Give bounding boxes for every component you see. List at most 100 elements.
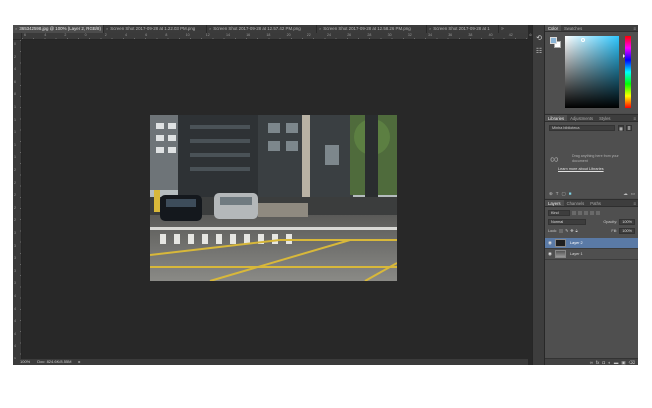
delete-icon[interactable]: ▭	[631, 191, 635, 197]
hue-slider[interactable]	[625, 36, 631, 108]
ruler-tick-label: 2	[14, 180, 16, 185]
ruler-tick-label: 16	[246, 33, 251, 37]
panel-menu-icon[interactable]: ≡	[633, 115, 638, 121]
visibility-eye-icon[interactable]: ◉	[545, 251, 555, 257]
ruler-tick-label: 40	[488, 33, 493, 37]
ruler-tick-label: 1	[14, 130, 16, 135]
new-group-icon[interactable]: ▬	[614, 359, 619, 365]
canvas-area[interactable]	[22, 40, 528, 359]
layer-row[interactable]: ◉ Layer 1	[545, 249, 638, 260]
cloud-sync-icon[interactable]: ☁	[623, 191, 628, 197]
ruler-tick-label: 20	[286, 33, 291, 37]
fill-input[interactable]: 100%	[619, 228, 635, 234]
visibility-eye-icon[interactable]: ◉	[545, 240, 555, 246]
layer-row-selected[interactable]: ◉ Layer 2	[545, 238, 638, 249]
adjustment-layer-icon[interactable]: ◐	[608, 359, 611, 365]
add-mask-icon[interactable]: ◘	[602, 359, 605, 365]
filter-adjustment-icon[interactable]	[578, 211, 582, 215]
close-tab-icon[interactable]: ×	[106, 25, 108, 33]
street-photo	[150, 115, 397, 281]
filter-shape-icon[interactable]	[590, 211, 594, 215]
layer-name[interactable]: Layer 2	[570, 241, 583, 245]
color-icon[interactable]: ■	[569, 191, 572, 197]
libraries-panel-tabs: Libraries Adjustments Styles ≡	[545, 115, 638, 122]
text-icon[interactable]: T	[556, 191, 559, 197]
blend-mode-select[interactable]: Normal	[548, 219, 586, 225]
tab-document-active[interactable]: × 365342598.jpg @ 100% (Layer 2, RGB/8)	[13, 25, 104, 33]
ruler-tick-label: 22	[306, 33, 311, 37]
lock-move-icon[interactable]: ✥	[570, 228, 573, 234]
filter-type-icon[interactable]	[584, 211, 588, 215]
vertical-ruler[interactable]: 02468111112222233333444445	[13, 40, 22, 361]
library-empty-message: Drag anything here from your document	[572, 154, 619, 163]
tab-paths[interactable]: Paths	[587, 200, 604, 206]
ruler-tick-label: 3	[14, 231, 16, 235]
foreground-color-swatch[interactable]	[550, 37, 557, 44]
panel-menu-icon[interactable]: ≡	[633, 200, 638, 206]
layers-panel: Layers Channels Paths ≡ Kind Normal Opac…	[545, 199, 638, 365]
ruler-tick-label: 8	[165, 33, 168, 37]
ruler-tick-label: 3	[14, 243, 16, 248]
ruler-tick-label: 12	[205, 33, 210, 37]
history-icon[interactable]: ⟲	[535, 35, 543, 43]
lock-all-icon[interactable]: 🔒︎	[575, 228, 577, 234]
tab-layers[interactable]: Layers	[545, 200, 564, 206]
link-layers-icon[interactable]: ∞	[590, 359, 593, 365]
ruler-tick-label: 2	[14, 168, 16, 172]
layer-style-icon[interactable]: fx	[596, 359, 600, 365]
tab-channels[interactable]: Channels	[564, 200, 588, 206]
ruler-tick-label: 4	[14, 294, 16, 298]
list-view-icon[interactable]: ≣	[626, 125, 632, 131]
filter-kind-select[interactable]: Kind	[548, 210, 570, 216]
close-tab-icon[interactable]: ×	[429, 25, 431, 33]
ruler-tick-label: 2	[14, 193, 16, 198]
tab-document[interactable]: × Screen Shot 2017-09-28 at 12.57.42 PM.p…	[207, 25, 317, 33]
close-tab-icon[interactable]: ×	[319, 25, 321, 33]
collapsed-panel-strip: ⟲ ☷	[532, 25, 544, 365]
tab-document[interactable]: × Screen Shot 2017-09-28 at 12.58.26 PM.p…	[317, 25, 427, 33]
style-icon[interactable]: ▢	[562, 191, 566, 197]
learn-more-link[interactable]: Learn more about Libraries	[558, 167, 604, 171]
ruler-tick-label: 8	[14, 92, 16, 97]
color-picker-cursor[interactable]	[581, 38, 585, 42]
color-panel: Color Swatches ≡	[545, 25, 638, 113]
filter-smart-icon[interactable]	[596, 211, 600, 215]
ruler-tick-label: 2	[14, 218, 16, 223]
library-select[interactable]: Minha biblioteca	[549, 125, 615, 131]
lock-label: Lock:	[548, 229, 558, 233]
zoom-level[interactable]: 100%	[20, 359, 30, 365]
color-picker-field[interactable]	[565, 36, 619, 108]
tab-adjustments[interactable]: Adjustments	[567, 115, 596, 121]
horizontal-ruler[interactable]: 6 4 2 0 2 4 6 8 10 12 14 16 18 20 22 24 26 28 30 32 34 36 38 40…	[22, 33, 533, 40]
opacity-input[interactable]: 100%	[619, 219, 635, 225]
tab-document[interactable]: × Screen Shot 2017-09-28 at 1.22.03 PM.pn…	[104, 25, 207, 33]
tab-label: Screen Shot 2017-09-28 at 1.22.03 PM.png	[110, 26, 196, 31]
tab-swatches[interactable]: Swatches	[561, 25, 585, 31]
ruler-tick-label: 18	[266, 33, 271, 37]
layer-name[interactable]: Layer 1	[570, 252, 583, 256]
status-menu-icon[interactable]: ▸	[78, 359, 80, 365]
tab-document[interactable]: × Screen Shot 2017-09-28 at 1	[427, 25, 499, 33]
tab-styles[interactable]: Styles	[596, 115, 613, 121]
filter-pixel-icon[interactable]	[572, 211, 576, 215]
tab-libraries[interactable]: Libraries	[545, 115, 568, 121]
lock-paint-icon[interactable]: ✎	[565, 228, 568, 234]
close-tab-icon[interactable]: ×	[209, 25, 211, 33]
properties-icon[interactable]: ☷	[535, 48, 543, 56]
add-content-icon[interactable]: ⊕	[549, 191, 553, 197]
ruler-tick-label: 32	[407, 33, 412, 37]
tab-color[interactable]: Color	[545, 25, 562, 31]
ruler-tick-label: 4	[14, 319, 16, 324]
ruler-tick-label: 1	[14, 117, 16, 122]
new-layer-icon[interactable]: ▣	[621, 359, 625, 365]
delete-layer-icon[interactable]: ⌫	[629, 359, 635, 365]
document-image[interactable]	[150, 115, 397, 281]
ruler-tick-label: 6	[14, 79, 16, 84]
close-tab-icon[interactable]: ×	[15, 25, 17, 33]
more-tabs-icon[interactable]: »	[499, 25, 506, 33]
ruler-tick-label: 6	[24, 33, 26, 37]
tab-label: Screen Shot 2017-09-28 at 12.58.26 PM.pn…	[323, 26, 411, 31]
panel-menu-icon[interactable]: ≡	[633, 25, 638, 31]
lock-transparency-icon[interactable]	[559, 229, 564, 233]
grid-view-icon[interactable]: ▦	[618, 125, 624, 131]
